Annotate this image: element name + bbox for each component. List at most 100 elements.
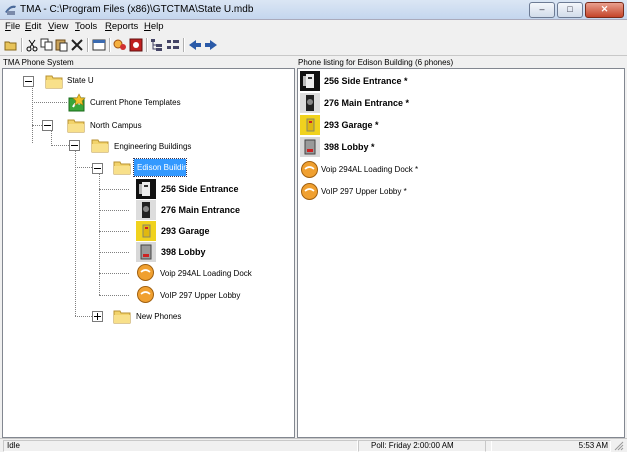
garage-phone-icon: [136, 221, 156, 241]
toolbar-separator: [183, 38, 185, 52]
back-icon[interactable]: [188, 38, 202, 52]
menu-tools[interactable]: Tools: [75, 21, 97, 32]
tree-connector: [32, 125, 42, 126]
menu-file[interactable]: File: [5, 21, 20, 32]
entrance-phone-icon: [300, 93, 320, 113]
menu-reports-key: R: [105, 21, 112, 32]
entrance-phone-icon: [136, 200, 156, 220]
list-item-label: 293 Garage *: [324, 120, 379, 130]
menu-help-key: H: [144, 21, 151, 32]
voip-icon: [137, 286, 154, 303]
folder-icon: [113, 310, 131, 324]
menu-edit-rest: dit: [31, 21, 42, 32]
resize-grip-icon[interactable]: [613, 440, 624, 451]
list-item[interactable]: Voip 294AL Loading Dock *: [300, 161, 420, 179]
tree-connector: [32, 102, 67, 103]
list-item-label: 276 Main Entrance *: [324, 98, 410, 108]
app-icon: [5, 5, 16, 15]
minimize-button[interactable]: –: [529, 2, 555, 18]
close-button[interactable]: ✕: [585, 2, 624, 18]
collapse-north-campus-button[interactable]: [42, 120, 53, 131]
cut-icon[interactable]: [25, 38, 39, 52]
list-item[interactable]: 276 Main Entrance *: [300, 93, 420, 113]
tree-node-label: Edison Building: [137, 163, 193, 172]
tree-connector: [99, 252, 129, 253]
menu-tools-rest: ools: [79, 21, 98, 32]
phone-system-tree[interactable]: State U Current Phone Templates North Ca…: [2, 68, 295, 438]
right-pane-header: Phone listing for Edison Building (6 pho…: [298, 57, 623, 68]
tree-connector: [99, 295, 129, 296]
list-item-label: 398 Lobby *: [324, 142, 375, 152]
menu-view[interactable]: View: [48, 21, 68, 32]
lobby-phone-icon: [300, 137, 320, 157]
list-item[interactable]: 398 Lobby *: [300, 137, 420, 157]
tree-node-label: Voip 294AL Loading Dock: [160, 269, 252, 278]
voip-icon: [137, 264, 154, 281]
tree-node-label: Current Phone Templates: [90, 98, 181, 107]
menu-reports-rest: eports: [111, 21, 139, 32]
left-pane-header: TMA Phone System: [3, 57, 293, 68]
tree-connector: [99, 231, 129, 232]
menu-bar: File Edit View Tools Reports Help: [0, 20, 627, 34]
toolbar-separator: [87, 38, 89, 52]
toolbar: [0, 35, 627, 56]
wall-phone-icon: [300, 71, 320, 91]
tree-connector: [99, 189, 129, 190]
list-item[interactable]: 293 Garage *: [300, 115, 420, 135]
folder-icon: [91, 139, 109, 153]
tree-connector: [75, 167, 92, 168]
tree-connector: [75, 151, 76, 316]
tree-connector: [99, 173, 100, 295]
expand-new-phones-button[interactable]: [92, 311, 103, 322]
status-state: Idle: [3, 440, 358, 452]
tree-connector: [75, 316, 92, 317]
toolbar-separator: [146, 38, 148, 52]
delete-icon[interactable]: [70, 38, 84, 52]
voip-icon: [301, 161, 318, 178]
lobby-phone-icon: [136, 242, 156, 262]
garage-phone-icon: [300, 115, 320, 135]
menu-edit[interactable]: Edit: [25, 21, 41, 32]
status-time: 5:53 AM: [485, 440, 611, 452]
window-title: TMA - C:\Program Files (x86)\GTCTMA\Stat…: [20, 4, 254, 15]
tree-node-edison-building[interactable]: Edison Building: [133, 158, 192, 177]
list-item-label: 256 Side Entrance *: [324, 76, 408, 86]
folder-icon: [67, 119, 85, 133]
templates-icon: [68, 93, 86, 112]
menu-file-rest: ile: [10, 21, 21, 32]
tree-connector: [32, 88, 33, 143]
collapse-state-u-button[interactable]: [23, 76, 34, 87]
folder-icon: [45, 75, 63, 89]
open-icon[interactable]: [4, 38, 18, 52]
properties-icon[interactable]: [92, 38, 106, 52]
list-view-icon[interactable]: [166, 38, 180, 52]
forward-icon[interactable]: [204, 38, 218, 52]
list-item[interactable]: 256 Side Entrance *: [300, 71, 420, 91]
tree-node-label: 276 Main Entrance: [161, 205, 241, 215]
menu-help[interactable]: Help: [144, 21, 164, 32]
tree-connector: [51, 130, 52, 144]
collapse-edison-button[interactable]: [92, 163, 103, 174]
tree-node-label: Engineering Buildings: [114, 142, 192, 151]
collapse-engineering-button[interactable]: [69, 140, 80, 151]
list-item[interactable]: VoIP 297 Upper Lobby *: [300, 183, 420, 201]
phone-config-icon[interactable]: [129, 38, 143, 52]
tree-node-label: VoIP 297 Upper Lobby: [160, 291, 241, 300]
find-icon[interactable]: [113, 38, 127, 52]
toolbar-separator: [109, 38, 111, 52]
voip-icon: [301, 183, 318, 200]
status-poll: Poll: Friday 2:00:00 AM: [358, 440, 492, 452]
menu-help-rest: elp: [150, 21, 164, 32]
menu-reports[interactable]: Reports: [105, 21, 138, 32]
tree-node-label: New Phones: [136, 312, 182, 321]
tree-node-label: State U: [67, 76, 94, 85]
list-item-label: Voip 294AL Loading Dock *: [321, 165, 419, 174]
phone-listing[interactable]: 256 Side Entrance * 276 Main Entrance * …: [297, 68, 625, 438]
list-item-label: VoIP 297 Upper Lobby *: [321, 187, 407, 196]
tree-connector: [99, 273, 129, 274]
tree-view-icon[interactable]: [150, 38, 164, 52]
menu-view-rest: iew: [54, 21, 69, 32]
maximize-button[interactable]: □: [557, 2, 583, 18]
paste-icon[interactable]: [55, 38, 69, 52]
copy-icon[interactable]: [40, 38, 54, 52]
